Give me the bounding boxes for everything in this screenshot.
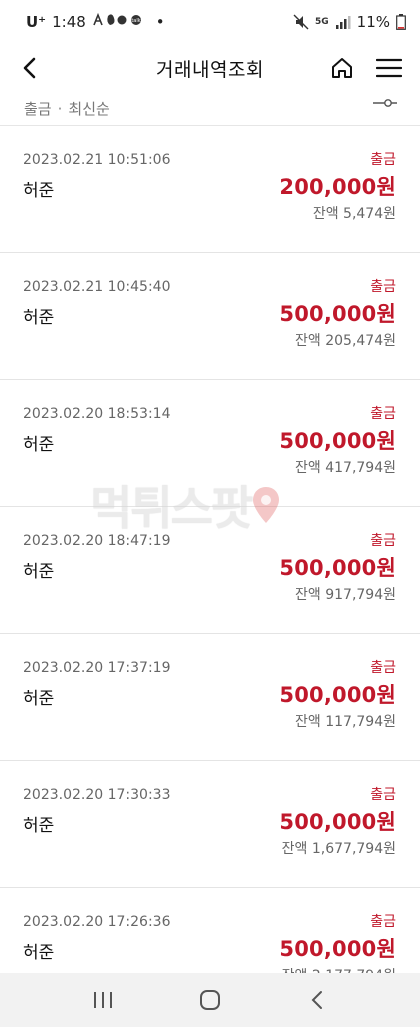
transaction-balance: 잔액 5,474원	[312, 206, 396, 222]
transaction-datetime: 2023.02.21 10:51:06	[23, 152, 171, 168]
transaction-datetime: 2023.02.21 10:45:40	[23, 279, 171, 295]
nav-home-icon	[199, 990, 220, 1010]
transaction-type: 출금	[370, 787, 396, 803]
filter-type: 출금	[24, 100, 52, 118]
transaction-name: 허준	[23, 435, 55, 455]
transaction-row[interactable]: 2023.02.20 17:37:19 허준 출금 500,000원 잔액 11…	[0, 634, 420, 761]
transaction-row[interactable]: 2023.02.20 18:47:19 허준 출금 500,000원 잔액 91…	[0, 507, 420, 634]
hamburger-menu-icon	[376, 58, 402, 78]
nav-back-button[interactable]	[287, 980, 347, 1020]
status-right: 5G 11%	[293, 13, 406, 31]
system-nav-bar	[0, 973, 420, 1027]
filter-sort: 최신순	[68, 100, 110, 118]
transaction-row[interactable]: 2023.02.20 17:30:33 허준 출금 500,000원 잔액 1,…	[0, 761, 420, 888]
transaction-type: 출금	[370, 406, 396, 422]
transaction-name: 허준	[23, 689, 55, 709]
status-bar: U⁺ 1:48 talk • 5G 11%	[0, 0, 420, 44]
transaction-datetime: 2023.02.20 18:47:19	[23, 533, 171, 549]
transaction-amount: 500,000원	[279, 937, 396, 961]
network-badge: 5G	[315, 17, 329, 27]
transaction-type: 출금	[370, 533, 396, 549]
signal-icon	[335, 16, 351, 29]
app-header: 거래내역조회	[0, 44, 420, 92]
transaction-balance: 잔액 205,474원	[295, 333, 396, 349]
home-icon	[332, 58, 352, 78]
filter-button[interactable]	[372, 94, 398, 113]
chevron-left-icon	[23, 57, 36, 79]
back-button[interactable]	[14, 52, 46, 84]
transaction-name: 허준	[23, 562, 55, 582]
nav-home-button[interactable]	[180, 980, 240, 1020]
transaction-name: 허준	[23, 308, 55, 328]
filter-separator: ·	[57, 99, 63, 118]
transaction-row[interactable]: 2023.02.21 10:51:06 허준 출금 200,000원 잔액 5,…	[0, 126, 420, 253]
transaction-amount: 500,000원	[279, 683, 396, 707]
nav-back-icon	[311, 991, 322, 1009]
transaction-row[interactable]: 2023.02.20 17:26:36 허준 출금 500,000원 잔액 2,…	[0, 888, 420, 973]
transaction-amount: 500,000원	[279, 556, 396, 580]
transaction-datetime: 2023.02.20 17:37:19	[23, 660, 171, 676]
notification-glyphs-icon: talk	[93, 12, 141, 26]
transaction-amount: 500,000원	[279, 429, 396, 453]
recents-icon	[94, 992, 113, 1008]
home-button[interactable]	[326, 52, 358, 84]
filter-bar[interactable]: 출금 · 최신순	[0, 92, 420, 126]
page-title: 거래내역조회	[156, 58, 264, 81]
battery-percent: 11%	[356, 13, 390, 31]
svg-text:talk: talk	[131, 18, 140, 24]
transaction-datetime: 2023.02.20 18:53:14	[23, 406, 171, 422]
transaction-balance: 잔액 1,677,794원	[281, 841, 396, 857]
transaction-balance: 잔액 417,794원	[295, 460, 396, 476]
mute-icon	[293, 14, 309, 30]
transaction-datetime: 2023.02.20 17:30:33	[23, 787, 171, 803]
transaction-type: 출금	[370, 279, 396, 295]
recents-button[interactable]	[73, 980, 133, 1020]
transaction-datetime: 2023.02.20 17:26:36	[23, 914, 171, 930]
transaction-list[interactable]: 2023.02.21 10:51:06 허준 출금 200,000원 잔액 5,…	[0, 126, 420, 973]
transaction-type: 출금	[370, 152, 396, 168]
transaction-balance: 잔액 117,794원	[295, 714, 396, 730]
status-dot: •	[155, 13, 165, 31]
transaction-name: 허준	[23, 816, 55, 836]
transaction-row[interactable]: 2023.02.21 10:45:40 허준 출금 500,000원 잔액 20…	[0, 253, 420, 380]
menu-button[interactable]	[372, 52, 406, 84]
battery-icon	[396, 14, 406, 30]
transaction-amount: 500,000원	[279, 810, 396, 834]
status-left: U⁺ 1:48 talk •	[26, 12, 165, 32]
slider-filter-icon	[373, 99, 397, 107]
carrier-label: U⁺	[26, 13, 47, 31]
notification-icons: talk	[92, 12, 150, 32]
transaction-balance: 잔액 917,794원	[295, 587, 396, 603]
transaction-balance: 잔액 2,177,794원	[282, 965, 396, 973]
transaction-row[interactable]: 2023.02.20 18:53:14 허준 출금 500,000원 잔액 41…	[0, 380, 420, 507]
transaction-amount: 500,000원	[279, 302, 396, 326]
transaction-name: 허준	[23, 181, 55, 201]
transaction-type: 출금	[370, 914, 396, 930]
transaction-amount: 200,000원	[279, 175, 396, 199]
transaction-type: 출금	[370, 660, 396, 676]
transaction-name: 허준	[23, 943, 55, 963]
clock: 1:48	[52, 13, 86, 31]
